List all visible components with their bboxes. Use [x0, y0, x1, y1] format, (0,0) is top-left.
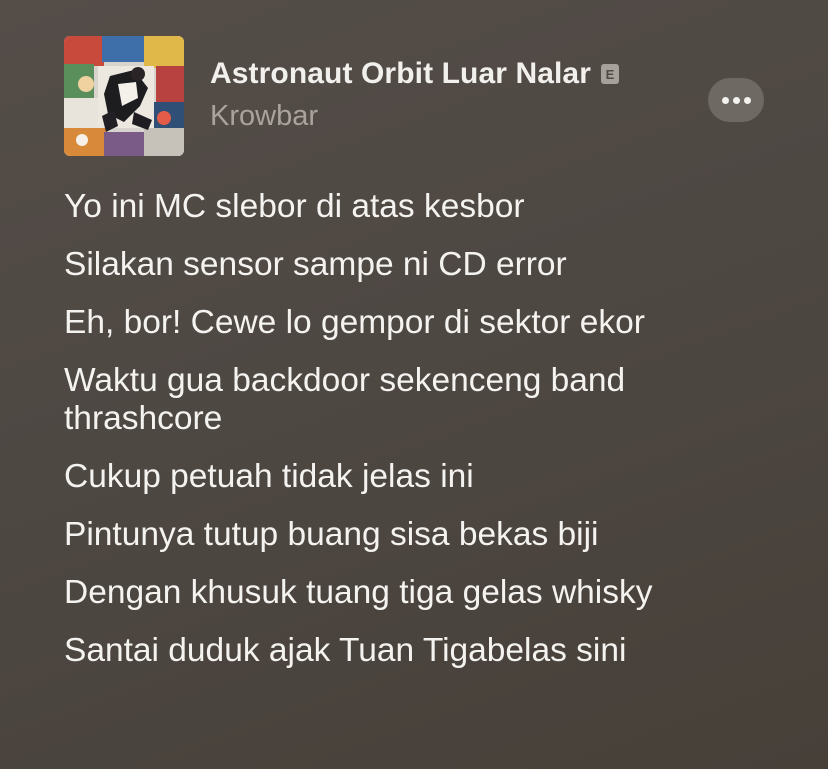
ellipsis-icon-dot	[743, 96, 751, 104]
ellipsis-icon-dot	[721, 96, 729, 104]
lyric-line: Eh, bor! Cewe lo gempor di sektor ekor	[64, 304, 645, 341]
song-header: Astronaut Orbit Luar Nalar E Krowbar	[64, 36, 784, 156]
title-row: Astronaut Orbit Luar Nalar E	[210, 56, 619, 92]
lyric-line: Dengan khusuk tuang tiga gelas whisky	[64, 574, 653, 611]
lyric-line: Santai duduk ajak Tuan Tigabelas sini	[64, 632, 627, 669]
more-options-button[interactable]	[708, 78, 764, 122]
album-artwork-image	[64, 36, 184, 156]
album-artwork[interactable]	[64, 36, 184, 156]
song-title[interactable]: Astronaut Orbit Luar Nalar	[210, 57, 591, 91]
lyric-line: Pintunya tutup buang sisa bekas biji	[64, 516, 599, 553]
explicit-badge: E	[600, 64, 619, 84]
ellipsis-icon-dot	[732, 96, 740, 104]
lyrics-share-card: Astronaut Orbit Luar Nalar E Krowbar Yo …	[0, 0, 828, 769]
lyrics-list: Yo ini MC slebor di atas kesbor Silakan …	[64, 178, 804, 680]
artist-name[interactable]: Krowbar	[210, 100, 318, 133]
lyric-line: Cukup petuah tidak jelas ini	[64, 458, 474, 495]
lyric-line: Waktu gua backdoor sekenceng band thrash…	[64, 352, 804, 448]
lyric-line: Yo ini MC slebor di atas kesbor	[64, 188, 525, 225]
lyric-line: Silakan sensor sampe ni CD error	[64, 246, 567, 283]
